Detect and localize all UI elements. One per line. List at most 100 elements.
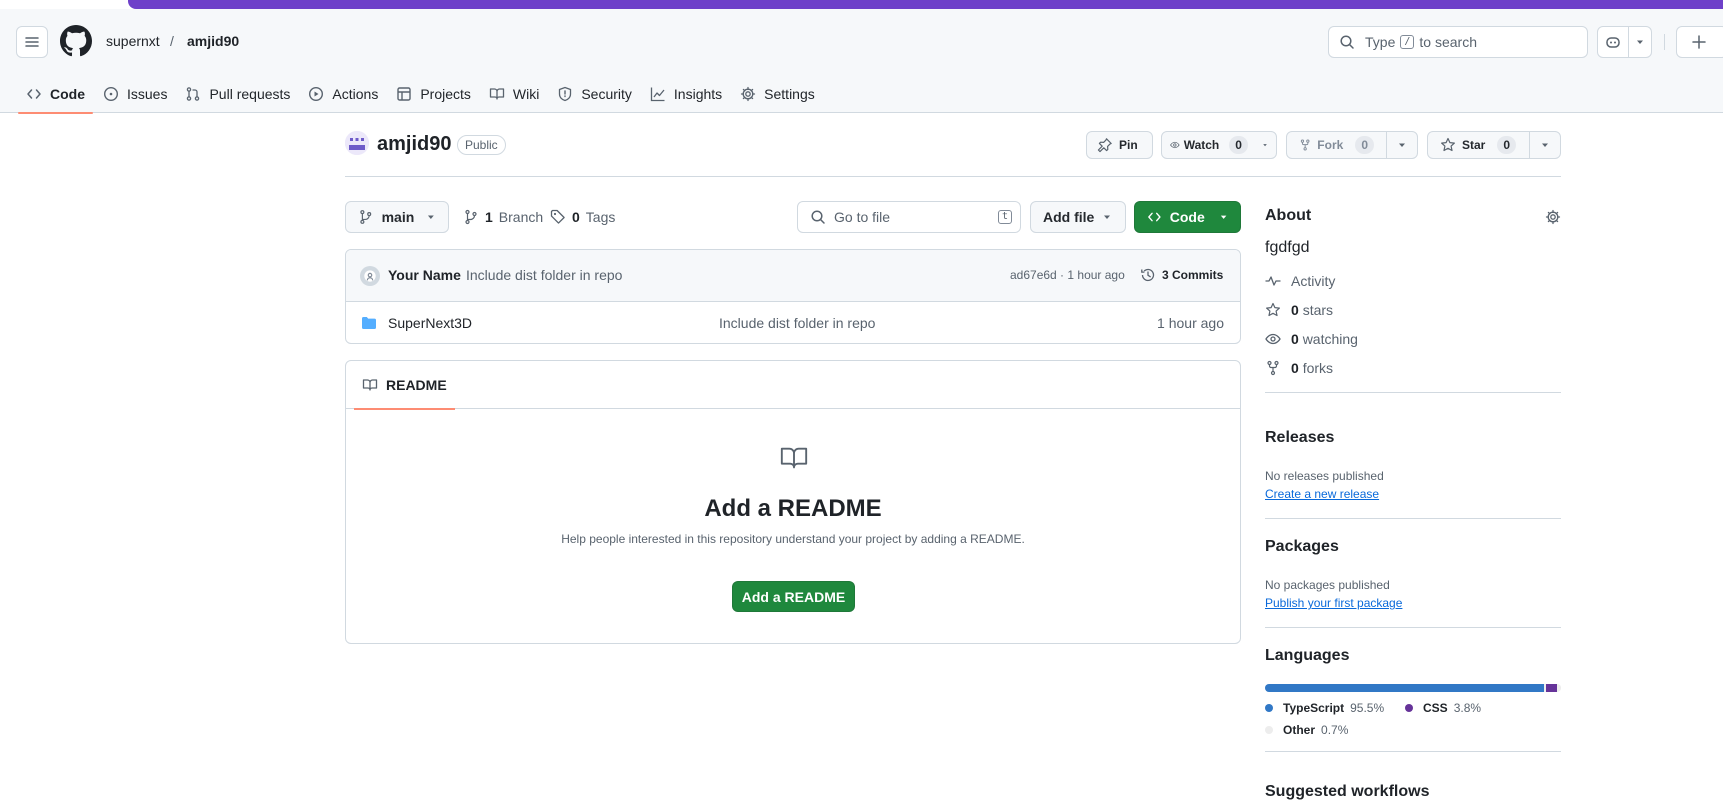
- language-other: Other 0.7%: [1265, 723, 1348, 737]
- play-icon: [309, 86, 324, 102]
- tags-link[interactable]: 0 Tags: [550, 201, 615, 233]
- table-icon: [397, 87, 412, 101]
- language-css[interactable]: CSS 3.8%: [1405, 701, 1481, 715]
- pin-icon: [1097, 138, 1112, 153]
- tag-count: 0: [572, 209, 580, 225]
- language-bar-segment: [1545, 684, 1557, 692]
- add-readme-button[interactable]: Add a README: [732, 581, 855, 612]
- add-file-label: Add file: [1043, 209, 1095, 225]
- language-percent: 95.5%: [1350, 701, 1385, 715]
- repo-description: fgdfgd: [1265, 239, 1310, 256]
- tab-insights[interactable]: Insights: [642, 75, 730, 113]
- packages-heading[interactable]: Packages: [1265, 538, 1339, 556]
- branches-link[interactable]: 1 Branch: [463, 201, 543, 233]
- tab-actions[interactable]: Actions: [300, 75, 386, 113]
- commit-sha-time[interactable]: ad67e6d · 1 hour ago: [1010, 268, 1125, 282]
- star-label: Star: [1462, 138, 1486, 152]
- commits-link[interactable]: 3 Commits: [1140, 267, 1223, 283]
- sidebar-divider: [1265, 518, 1561, 519]
- book-icon: [489, 88, 505, 100]
- github-logo-icon[interactable]: [60, 25, 92, 57]
- releases-heading[interactable]: Releases: [1265, 429, 1334, 447]
- top-accent-stripe: [0, 0, 1723, 9]
- star-dropdown-button[interactable]: [1529, 131, 1561, 159]
- visibility-badge: Public: [457, 135, 506, 155]
- commits-count-label: 3 Commits: [1162, 268, 1224, 282]
- go-to-file-input[interactable]: Go to file t: [797, 201, 1021, 233]
- latest-commit-row: Your Name Include dist folder in repo ad…: [346, 250, 1240, 302]
- language-name: TypeScript: [1283, 701, 1345, 715]
- tab-label: Insights: [673, 86, 723, 102]
- sidebar-divider: [1265, 627, 1561, 628]
- about-heading: About: [1265, 207, 1312, 224]
- tab-settings[interactable]: Settings: [732, 75, 823, 113]
- branch-count: 1: [485, 209, 493, 225]
- gear-icon[interactable]: [1545, 209, 1561, 225]
- stars-link[interactable]: 0 stars: [1265, 302, 1333, 318]
- copilot-icon: [1606, 37, 1620, 48]
- triangle-down-icon: [428, 215, 435, 219]
- create-new-button[interactable]: [1676, 26, 1723, 58]
- readme-tab-label: README: [386, 377, 447, 393]
- copilot-dropdown-button[interactable]: [1628, 26, 1652, 58]
- tab-label: Issues: [127, 86, 168, 102]
- watching-count: 0: [1291, 331, 1299, 347]
- branch-name: main: [381, 209, 415, 225]
- tab-code[interactable]: Code: [18, 75, 93, 114]
- commit-author[interactable]: Your Name: [388, 267, 461, 283]
- stars-count: 0: [1291, 302, 1299, 318]
- author-avatar[interactable]: [360, 266, 380, 286]
- fork-count: 0: [1355, 136, 1374, 154]
- repo-title[interactable]: amjid90: [377, 131, 451, 157]
- branch-select-button[interactable]: main: [345, 201, 449, 233]
- readme-empty-description: Help people interested in this repositor…: [561, 532, 1025, 546]
- readme-header: [346, 361, 1240, 409]
- global-search-input[interactable]: Type / to search: [1328, 26, 1588, 58]
- breadcrumb-repo[interactable]: amjid90: [187, 33, 239, 49]
- tab-wiki[interactable]: Wiki: [481, 75, 547, 113]
- tab-projects[interactable]: Projects: [388, 75, 479, 113]
- tab-label: Actions: [332, 86, 379, 102]
- create-release-link[interactable]: Create a new release: [1265, 487, 1379, 501]
- fork-dropdown-button[interactable]: [1386, 131, 1418, 159]
- activity-link[interactable]: Activity: [1265, 273, 1335, 289]
- tab-issues[interactable]: Issues: [95, 75, 175, 113]
- triangle-down-icon: [1220, 215, 1227, 219]
- triangle-down-icon: [1263, 144, 1267, 147]
- sidebar-divider: [1265, 751, 1561, 752]
- git-branch-icon: [465, 209, 477, 225]
- fork-label: Fork: [1317, 138, 1344, 152]
- watch-button[interactable]: Watch 0: [1161, 131, 1277, 159]
- gear-icon: [741, 86, 756, 102]
- copilot-button[interactable]: [1597, 26, 1629, 58]
- file-row[interactable]: SuperNext3D Include dist folder in repo …: [346, 302, 1240, 343]
- file-commit-message[interactable]: Include dist folder in repo: [719, 315, 875, 331]
- triangle-down-icon: [1399, 143, 1405, 147]
- search-icon: [1340, 35, 1354, 49]
- add-file-button[interactable]: Add file: [1030, 201, 1126, 233]
- user-icon: [364, 270, 376, 282]
- file-name[interactable]: SuperNext3D: [388, 315, 472, 331]
- watching-link[interactable]: 0 watching: [1265, 331, 1358, 347]
- tab-security[interactable]: Security: [549, 75, 640, 113]
- commit-message[interactable]: Include dist folder in repo: [466, 267, 622, 283]
- breadcrumb-owner[interactable]: supernxt: [106, 33, 160, 49]
- file-commit-time: 1 hour ago: [1157, 315, 1224, 331]
- forks-link[interactable]: 0 forks: [1265, 360, 1333, 376]
- publish-package-link[interactable]: Publish your first package: [1265, 596, 1402, 610]
- fork-button[interactable]: Fork 0: [1286, 131, 1387, 159]
- star-button[interactable]: Star 0: [1427, 131, 1530, 159]
- language-typescript[interactable]: TypeScript 95.5%: [1265, 701, 1384, 715]
- menu-button[interactable]: [16, 26, 48, 58]
- language-name: Other: [1283, 723, 1316, 737]
- pin-button[interactable]: Pin: [1086, 131, 1153, 159]
- book-icon: [362, 379, 378, 391]
- readme-tab[interactable]: README: [354, 361, 455, 410]
- tab-pull-requests[interactable]: Pull requests: [177, 75, 298, 113]
- triangle-down-icon: [1542, 143, 1548, 147]
- repo-avatar: [345, 131, 369, 155]
- language-color-dot: [1405, 704, 1413, 712]
- star-count: 0: [1497, 136, 1517, 154]
- code-dropdown-button[interactable]: Code: [1134, 201, 1241, 233]
- readme-empty-title: Add a README: [704, 495, 882, 522]
